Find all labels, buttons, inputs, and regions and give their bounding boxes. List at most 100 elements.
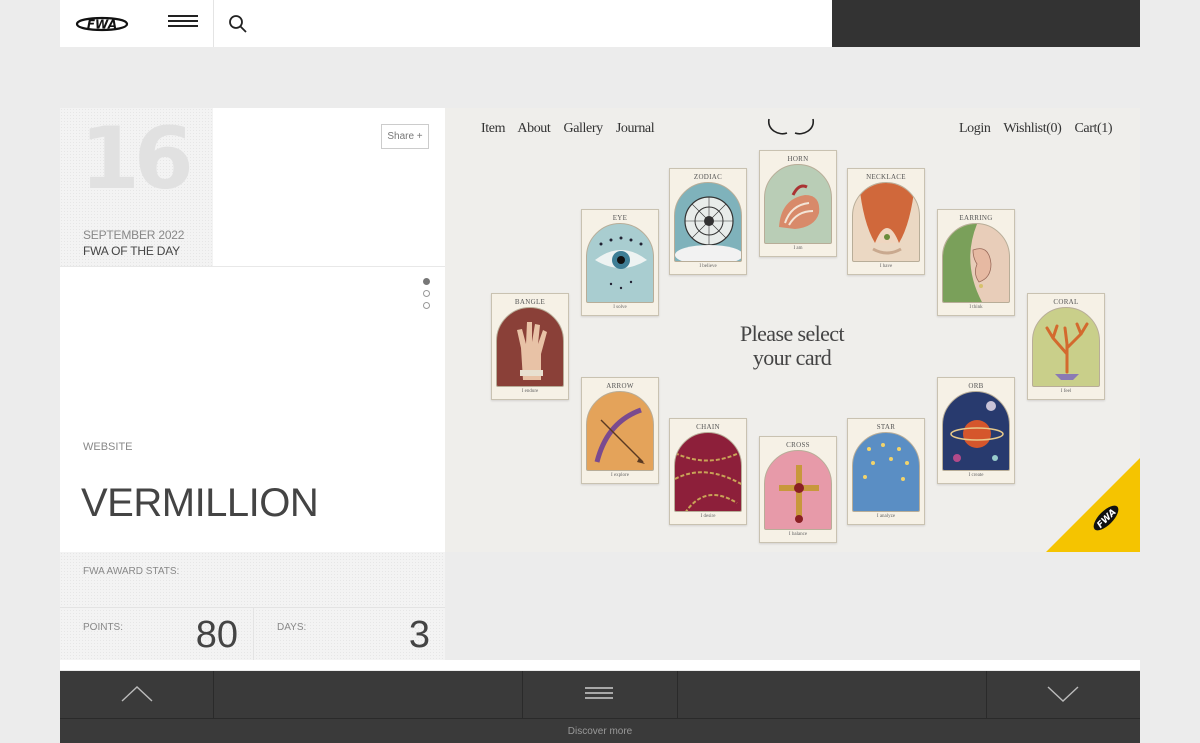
- card-earring[interactable]: EARRING I think: [937, 209, 1015, 316]
- bottom-nav-bar: Discover more: [60, 671, 1140, 743]
- cross-icon: [764, 450, 832, 530]
- days-value: 3: [408, 614, 430, 656]
- nav-journal[interactable]: Journal: [616, 121, 655, 136]
- card-name: ARROW: [606, 382, 634, 390]
- card-name: EARRING: [959, 214, 993, 222]
- share-box: Share +: [213, 108, 445, 266]
- points-value: 80: [195, 614, 238, 656]
- necklace-icon: [852, 182, 920, 262]
- hand-icon: [496, 307, 564, 387]
- stats-label: FWA AWARD STATS:: [83, 566, 180, 577]
- nav-wishlist[interactable]: Wishlist(0): [1003, 121, 1061, 136]
- card-caption: I have: [879, 264, 893, 269]
- divider: [60, 718, 1140, 719]
- card-caption: I analyze: [876, 514, 896, 519]
- eye-icon: [586, 223, 654, 303]
- svg-text:FWA: FWA: [87, 18, 117, 32]
- card-caption: I believe: [699, 264, 717, 269]
- card-caption: I endure: [521, 389, 539, 394]
- divider: [986, 671, 987, 718]
- prompt-line-1: Please select: [740, 321, 845, 346]
- card-name: EYE: [612, 214, 628, 222]
- card-name: ORB: [968, 382, 984, 390]
- menu-icon[interactable]: [584, 686, 614, 700]
- chevron-down-icon[interactable]: [1046, 681, 1080, 707]
- award-stats: FWA AWARD STATS: POINTS: 80 DAYS: 3: [60, 552, 445, 660]
- card-caption: I desire: [700, 514, 716, 519]
- divider: [213, 0, 214, 47]
- zodiac-wheel-icon: [674, 182, 742, 262]
- divider: [677, 671, 678, 718]
- card-star[interactable]: STAR I analyze: [847, 418, 925, 525]
- nav-item[interactable]: Item: [481, 121, 505, 136]
- search-icon[interactable]: [228, 14, 248, 34]
- nav-about[interactable]: About: [517, 121, 550, 136]
- chevron-up-icon[interactable]: [120, 681, 154, 707]
- card-name: CROSS: [786, 441, 810, 449]
- card-caption: I explore: [611, 473, 629, 478]
- top-bar: FWA: [60, 0, 1140, 47]
- card-necklace[interactable]: NECKLACE I have: [847, 168, 925, 275]
- card-coral[interactable]: CORAL I feel: [1027, 293, 1105, 400]
- card-zodiac[interactable]: ZODIAC I believe: [669, 168, 747, 275]
- card-name: NECKLACE: [866, 173, 906, 181]
- slide-pagination: [423, 278, 430, 314]
- bow-arrow-icon: [586, 391, 654, 471]
- divider: [253, 607, 254, 660]
- chain-icon: [674, 432, 742, 512]
- share-button[interactable]: Share +: [381, 124, 429, 149]
- nav-login[interactable]: Login: [959, 121, 991, 136]
- header-dark-block: [832, 0, 1140, 47]
- award-month: SEPTEMBER 2022: [83, 228, 185, 242]
- card-caption: I solve: [613, 305, 627, 310]
- slide-dot-3[interactable]: [423, 302, 430, 309]
- moon-stars-icon: [852, 432, 920, 512]
- award-day: 16: [80, 109, 194, 209]
- card-name: STAR: [876, 423, 896, 431]
- planet-icon: [942, 391, 1010, 471]
- card-chain[interactable]: CHAIN I desire: [669, 418, 747, 525]
- card-caption: I balance: [788, 532, 808, 537]
- points-label: POINTS:: [83, 622, 124, 633]
- site-info: WEBSITE VERMILLION: [60, 266, 445, 552]
- menu-icon[interactable]: [168, 15, 198, 33]
- horns-logo-icon[interactable]: [765, 116, 817, 140]
- divider: [213, 671, 214, 718]
- card-horn[interactable]: HORN I am: [759, 150, 837, 257]
- content-bottom-strip: [60, 660, 1140, 670]
- slide-dot-2[interactable]: [423, 290, 430, 297]
- card-bangle[interactable]: BANGLE I endure: [491, 293, 569, 400]
- card-name: CHAIN: [696, 423, 720, 431]
- site-screenshot[interactable]: Item About Gallery Journal Login Wishlis…: [445, 108, 1140, 552]
- ear-icon: [942, 223, 1010, 303]
- discover-more-link[interactable]: Discover more: [60, 726, 1140, 737]
- card-caption: I feel: [1060, 389, 1072, 394]
- card-caption: I create: [968, 473, 984, 478]
- card-caption: I am: [793, 246, 803, 251]
- card-name: CORAL: [1053, 298, 1079, 306]
- card-eye[interactable]: EYE I solve: [581, 209, 659, 316]
- divider: [522, 671, 523, 718]
- coral-icon: [1032, 307, 1100, 387]
- nav-gallery[interactable]: Gallery: [564, 121, 604, 136]
- card-name: HORN: [787, 155, 809, 163]
- card-name: BANGLE: [514, 298, 546, 306]
- card-name: ZODIAC: [693, 173, 723, 181]
- slide-dot-1[interactable]: [423, 278, 430, 285]
- card-orb[interactable]: ORB I create: [937, 377, 1015, 484]
- date-box: 16 SEPTEMBER 2022 FWA OF THE DAY: [60, 108, 213, 266]
- site-title: VERMILLION: [81, 481, 319, 525]
- fwa-logo[interactable]: FWA: [74, 13, 130, 35]
- site-type: WEBSITE: [83, 441, 133, 453]
- shell-icon: [764, 164, 832, 244]
- fwa-ribbon-badge[interactable]: FWA: [1046, 458, 1140, 552]
- card-arrow[interactable]: ARROW I explore: [581, 377, 659, 484]
- nav-cart[interactable]: Cart(1): [1074, 121, 1112, 136]
- site-nav-right: Login Wishlist(0) Cart(1): [959, 121, 1122, 137]
- select-card-prompt: Please select your card: [717, 322, 867, 370]
- days-label: DAYS:: [277, 622, 307, 633]
- award-label: FWA OF THE DAY: [83, 244, 180, 258]
- card-caption: I think: [969, 305, 983, 310]
- card-cross[interactable]: CROSS I balance: [759, 436, 837, 543]
- prompt-line-2: your card: [752, 345, 832, 370]
